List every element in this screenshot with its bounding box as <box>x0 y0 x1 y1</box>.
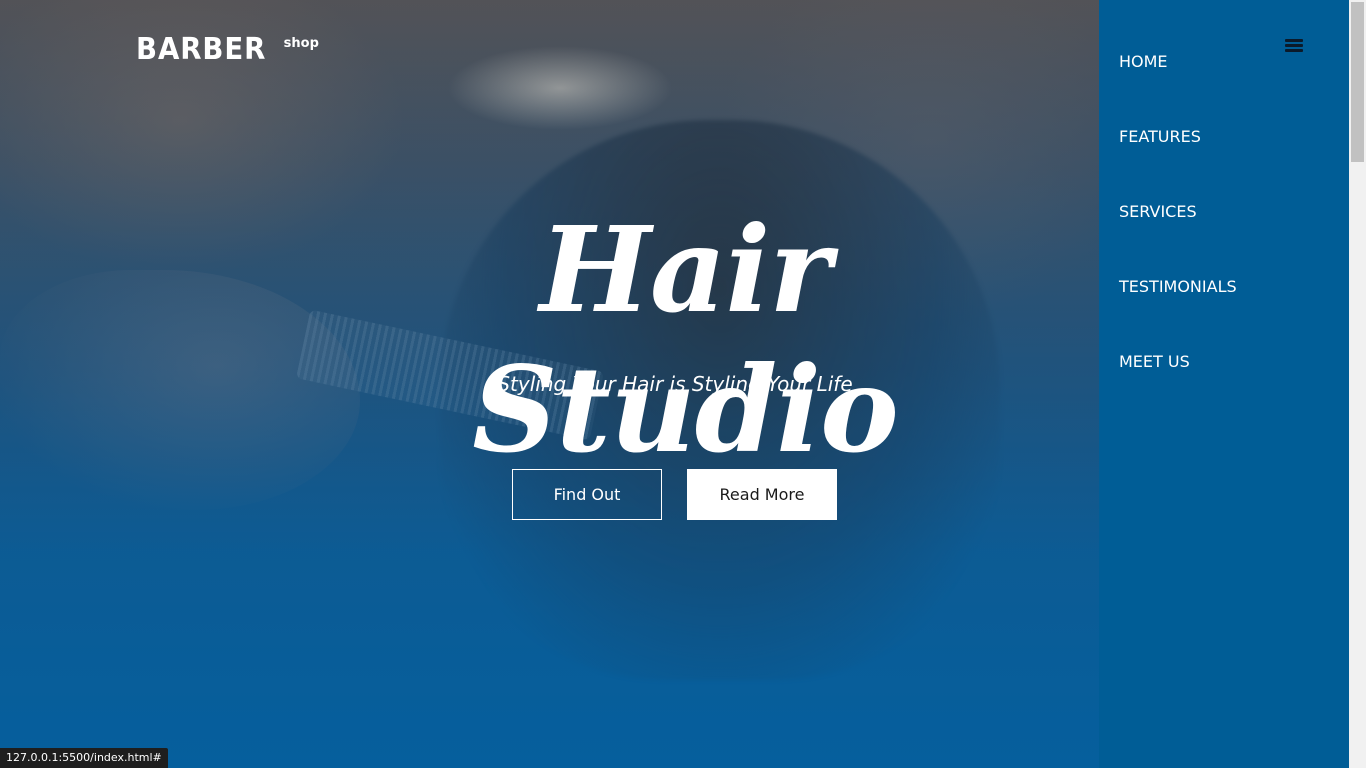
read-more-button[interactable]: Read More <box>687 469 837 520</box>
nav-item-features[interactable]: FEATURES <box>1119 126 1237 201</box>
vertical-scrollbar[interactable] <box>1349 0 1366 768</box>
hamburger-icon[interactable] <box>1285 39 1303 52</box>
nav-item-meet-us[interactable]: MEET US <box>1119 351 1237 426</box>
scrollbar-thumb[interactable] <box>1351 2 1364 162</box>
logo-sub-text: shop <box>283 36 319 51</box>
hero-title: Hair Studio <box>472 200 899 479</box>
logo[interactable]: BARBER shop <box>136 32 319 67</box>
status-bar-url: 127.0.0.1:5500/index.html# <box>0 748 168 768</box>
nav-item-home[interactable]: HOME <box>1119 51 1237 126</box>
nav-item-testimonials[interactable]: TESTIMONIALS <box>1119 276 1237 351</box>
sidebar-nav: HOME FEATURES SERVICES TESTIMONIALS MEET… <box>1099 0 1349 768</box>
hero-subtitle: Styling Your Hair is Styling Your Life <box>497 372 853 396</box>
nav-list: HOME FEATURES SERVICES TESTIMONIALS MEET… <box>1119 51 1237 426</box>
nav-item-services[interactable]: SERVICES <box>1119 201 1237 276</box>
hero-hand-shape <box>0 270 360 510</box>
find-out-button[interactable]: Find Out <box>512 469 662 520</box>
logo-main-text: BARBER <box>136 32 267 67</box>
